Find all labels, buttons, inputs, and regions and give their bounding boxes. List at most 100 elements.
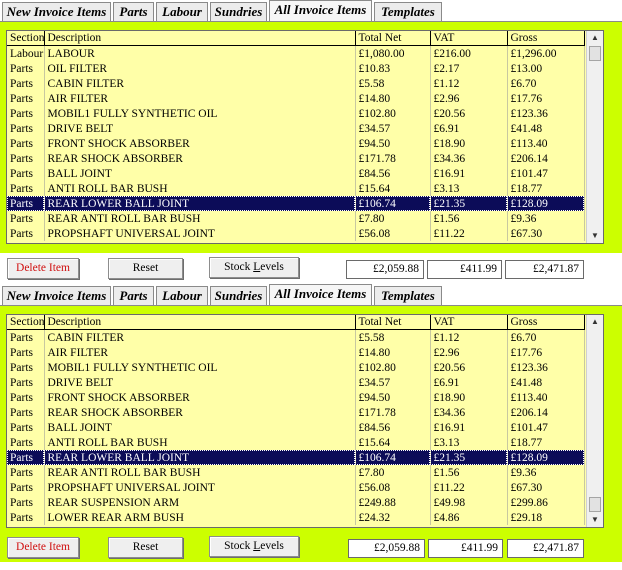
total-gross-field: £2,471.87 xyxy=(507,539,584,558)
table-row[interactable]: Parts OIL FILTER £10.83 £2.17 £13.00 xyxy=(7,61,585,76)
cell-section: Parts xyxy=(7,106,45,121)
cell-total-net: £15.64 xyxy=(355,435,431,450)
tab-sundries[interactable]: Sundries xyxy=(210,2,267,21)
cell-gross: £299.86 xyxy=(507,495,585,510)
table-row[interactable]: Parts BALL JOINT £84.56 £16.91 £101.47 xyxy=(7,166,585,181)
column-header-section[interactable]: Section xyxy=(7,31,45,46)
cell-vat: £2.96 xyxy=(430,345,508,360)
tab-new-invoice-items[interactable]: New Invoice Items xyxy=(2,286,111,305)
table-row[interactable]: Parts REAR ANTI ROLL BAR BUSH £7.80 £1.56 £9… xyxy=(7,465,585,480)
cell-total-net: £1,080.00 xyxy=(355,45,431,61)
table-row[interactable]: Parts CABIN FILTER £5.58 £1.12 £6.70 xyxy=(7,76,585,91)
cell-vat: £2.96 xyxy=(430,91,508,106)
total-vat-field: £411.99 xyxy=(427,260,502,279)
column-header-section[interactable]: Section xyxy=(7,315,45,330)
tab-labour[interactable]: Labour xyxy=(156,286,208,305)
table-row[interactable]: Parts MOBIL1 FULLY SYNTHETIC OIL £102.80 £2… xyxy=(7,360,585,375)
column-header-description[interactable]: Description xyxy=(44,31,356,46)
arrow-down-icon[interactable]: ▼ xyxy=(587,513,603,527)
cell-gross: £13.00 xyxy=(507,61,585,76)
table-row[interactable]: Labour LABOUR £1,080.00 £216.00 £1,296.00 xyxy=(7,45,585,61)
stock-levels-button[interactable]: Stock Levels xyxy=(209,536,299,557)
vertical-scrollbar[interactable]: ▲ ▼ xyxy=(586,31,603,243)
column-header-total-net[interactable]: Total Net xyxy=(355,31,431,46)
table-header-row: Section Description Total Net VAT Gross xyxy=(7,315,585,330)
table-row[interactable]: Parts FRONT SHOCK ABSORBER £94.50 £18.90 £11… xyxy=(7,136,585,151)
total-net-field: £2,059.88 xyxy=(346,260,424,279)
scrollbar-thumb[interactable] xyxy=(589,46,601,61)
cell-description: PROPSHAFT UNIVERSAL JOINT xyxy=(44,226,356,241)
column-header-vat[interactable]: VAT xyxy=(430,315,508,330)
table-row[interactable]: Parts REAR SHOCK ABSORBER £171.78 £34.36 £20… xyxy=(7,405,585,420)
column-header-total-net[interactable]: Total Net xyxy=(355,315,431,330)
table-row[interactable]: Parts PROPSHAFT UNIVERSAL JOINT £56.08 £11.… xyxy=(7,226,585,241)
cell-gross: £41.48 xyxy=(507,121,585,136)
column-header-description[interactable]: Description xyxy=(44,315,356,330)
tab-templates[interactable]: Templates xyxy=(374,2,442,21)
table-row[interactable]: Parts DRIVE BELT £34.57 £6.91 £41.48 xyxy=(7,375,585,390)
cell-description: REAR ANTI ROLL BAR BUSH xyxy=(44,465,356,480)
cell-total-net: £7.80 xyxy=(355,211,431,226)
table-row[interactable]: Parts REAR LOWER BALL JOINT £106.74 £21.35 £… xyxy=(7,450,585,465)
cell-total-net: £84.56 xyxy=(355,420,431,435)
tab-parts[interactable]: Parts xyxy=(113,2,154,21)
cell-description: FRONT SHOCK ABSORBER xyxy=(44,390,356,405)
cell-total-net: £94.50 xyxy=(355,390,431,405)
cell-gross: £41.48 xyxy=(507,375,585,390)
cell-gross: £128.09 xyxy=(507,196,585,211)
tab-labour[interactable]: Labour xyxy=(156,2,208,21)
table-row[interactable]: Parts REAR SUSPENSION ARM £249.88 £49.98 £29… xyxy=(7,495,585,510)
tab-all-invoice-items[interactable]: All Invoice Items xyxy=(269,284,372,306)
reset-button[interactable]: Reset xyxy=(108,258,183,279)
table-row[interactable]: Parts AIR FILTER £14.80 £2.96 £17.76 xyxy=(7,91,585,106)
table-row[interactable]: Parts BALL JOINT £84.56 £16.91 £101.47 xyxy=(7,420,585,435)
cell-section: Parts xyxy=(7,121,45,136)
tab-templates[interactable]: Templates xyxy=(374,286,442,305)
column-header-gross[interactable]: Gross xyxy=(507,315,585,330)
table-row[interactable]: Parts REAR LOWER BALL JOINT £106.74 £21.35 £… xyxy=(7,196,585,211)
cell-section: Parts xyxy=(7,211,45,226)
table-row[interactable]: Parts REAR ANTI ROLL BAR BUSH £7.80 £1.56 £9… xyxy=(7,211,585,226)
column-header-vat[interactable]: VAT xyxy=(430,31,508,46)
cell-section: Parts xyxy=(7,465,45,480)
delete-item-button[interactable]: Delete Item xyxy=(7,537,79,558)
cell-description: REAR SHOCK ABSORBER xyxy=(44,151,356,166)
tab-all-invoice-items[interactable]: All Invoice Items xyxy=(269,0,372,22)
scrollbar-thumb[interactable] xyxy=(589,497,601,512)
cell-gross: £206.14 xyxy=(507,405,585,420)
cell-vat: £1.12 xyxy=(430,329,508,345)
tab-new-invoice-items[interactable]: New Invoice Items xyxy=(2,2,111,21)
cell-section: Parts xyxy=(7,345,45,360)
table-row[interactable]: Parts AIR FILTER £14.80 £2.96 £17.76 xyxy=(7,345,585,360)
table-row[interactable]: Parts ANTI ROLL BAR BUSH £15.64 £3.13 £18.77 xyxy=(7,435,585,450)
table-row[interactable]: Parts LOWER REAR ARM BUSH £24.32 £4.86 £29.1… xyxy=(7,510,585,525)
cell-description: AIR FILTER xyxy=(44,345,356,360)
arrow-up-icon[interactable]: ▲ xyxy=(587,31,603,45)
arrow-down-icon[interactable]: ▼ xyxy=(587,229,603,243)
table-row[interactable]: Parts PROPSHAFT UNIVERSAL JOINT £56.08 £11.… xyxy=(7,480,585,495)
vertical-scrollbar[interactable]: ▲ ▼ xyxy=(586,315,603,527)
invoice-items-list[interactable]: Section Description Total Net VAT Gross … xyxy=(6,314,604,528)
table-row[interactable]: Parts CABIN FILTER £5.58 £1.12 £6.70 xyxy=(7,329,585,345)
table-row[interactable]: Parts REAR SHOCK ABSORBER £171.78 £34.36 £20… xyxy=(7,151,585,166)
table-row[interactable]: Parts MOBIL1 FULLY SYNTHETIC OIL £102.80 £2… xyxy=(7,106,585,121)
cell-gross: £123.36 xyxy=(507,106,585,121)
tab-strip: New Invoice Items Parts Labour Sundries … xyxy=(0,0,622,22)
table-row[interactable]: Parts ANTI ROLL BAR BUSH £15.64 £3.13 £18.77 xyxy=(7,181,585,196)
delete-item-button[interactable]: Delete Item xyxy=(7,258,79,279)
cell-description: ANTI ROLL BAR BUSH xyxy=(44,435,356,450)
invoice-items-list[interactable]: Section Description Total Net VAT Gross … xyxy=(6,30,604,244)
tab-sundries[interactable]: Sundries xyxy=(210,286,267,305)
cell-section: Parts xyxy=(7,435,45,450)
table-row[interactable]: Parts DRIVE BELT £34.57 £6.91 £41.48 xyxy=(7,121,585,136)
tab-parts[interactable]: Parts xyxy=(113,286,154,305)
invoice-items-table: Section Description Total Net VAT Gross … xyxy=(7,315,585,525)
arrow-up-icon[interactable]: ▲ xyxy=(587,315,603,329)
cell-description: CABIN FILTER xyxy=(44,76,356,91)
column-header-gross[interactable]: Gross xyxy=(507,31,585,46)
accelerator-key: L xyxy=(253,261,261,273)
reset-button[interactable]: Reset xyxy=(108,537,183,558)
cell-vat: £21.35 xyxy=(430,196,508,211)
table-row[interactable]: Parts FRONT SHOCK ABSORBER £94.50 £18.90 £11… xyxy=(7,390,585,405)
stock-levels-button[interactable]: Stock Levels xyxy=(209,257,299,278)
